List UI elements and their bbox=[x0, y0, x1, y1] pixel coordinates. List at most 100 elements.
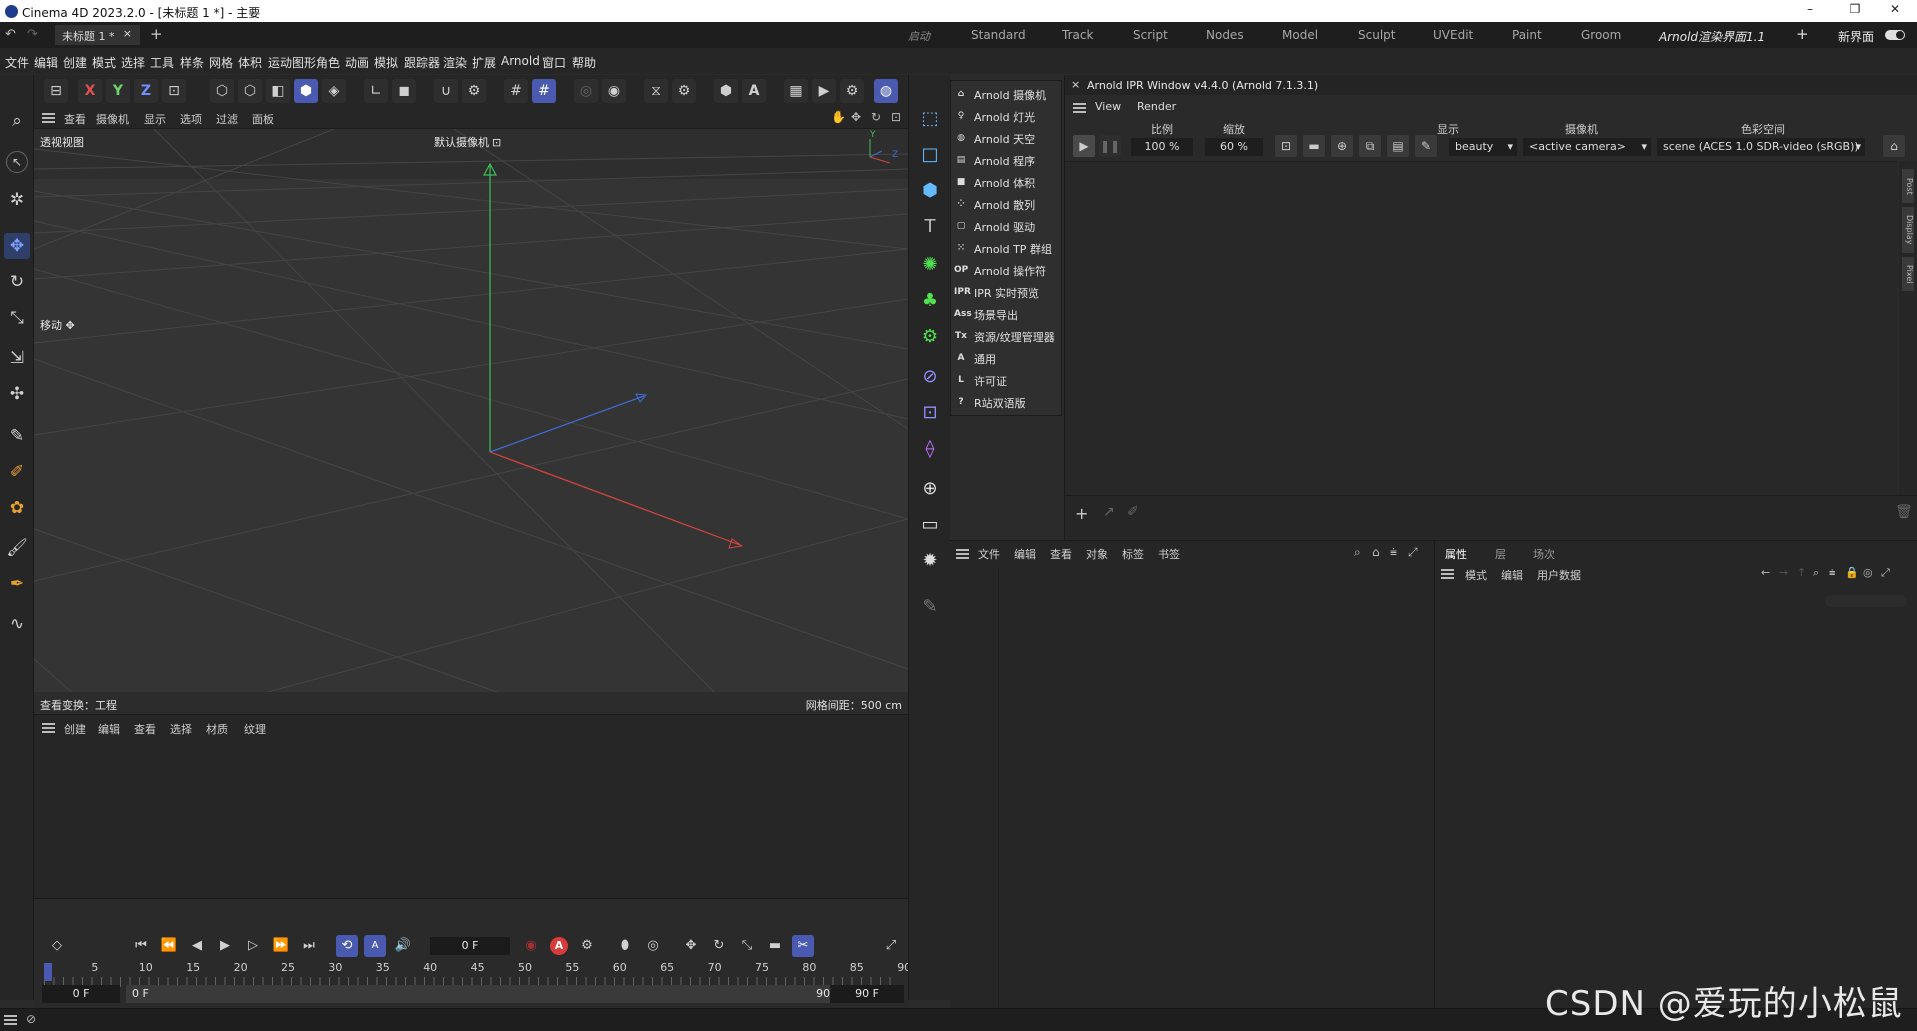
target-icon[interactable]: ◎ bbox=[1863, 566, 1873, 579]
new-window-icon[interactable]: ⤢ bbox=[1408, 545, 1418, 560]
playhead[interactable] bbox=[44, 963, 52, 981]
layout-tab-script[interactable]: Script bbox=[1133, 28, 1168, 42]
object-menu-hamburger-icon[interactable] bbox=[956, 549, 969, 559]
material-menu-item-4[interactable]: 材质 bbox=[206, 721, 228, 737]
material-menu-item-2[interactable]: 查看 bbox=[134, 721, 156, 737]
layout-tab-startup[interactable]: 启动 bbox=[908, 28, 930, 44]
ipr-overlay-icon[interactable]: ▤ bbox=[1387, 135, 1409, 157]
playback-rate-icon[interactable]: A bbox=[364, 935, 386, 957]
key-move-icon[interactable]: ✥ bbox=[680, 935, 702, 957]
knife-tool-icon[interactable]: ✒ bbox=[4, 571, 30, 597]
next-key-icon[interactable]: ⏩ bbox=[270, 935, 292, 957]
ipr-brush-icon[interactable]: ✎ bbox=[1415, 135, 1437, 157]
key-position-icon[interactable]: ⬮ bbox=[614, 935, 636, 957]
symmetry-icon[interactable]: ⧖ bbox=[644, 79, 668, 103]
ipr-scale-field[interactable]: 100 % bbox=[1131, 138, 1193, 156]
ipr-region-icon[interactable]: ▬ bbox=[1303, 135, 1325, 157]
undo-icon[interactable]: ↶ bbox=[5, 27, 16, 42]
volume-icon[interactable]: ⟠ bbox=[916, 435, 944, 463]
grid-snap-icon[interactable]: # bbox=[504, 79, 528, 103]
document-tab[interactable]: 未标题 1 * × bbox=[55, 25, 140, 45]
previous-frame-icon[interactable]: ◀ bbox=[186, 935, 208, 957]
ipr-play-icon[interactable]: ▶ bbox=[1073, 135, 1095, 157]
menu-item-15[interactable]: 扩展 bbox=[472, 54, 496, 71]
play-icon[interactable]: ▶ bbox=[214, 935, 236, 957]
deformer-icon[interactable]: ✺ bbox=[916, 251, 944, 279]
arnold-menu-item-8[interactable]: OP Arnold 操作符 bbox=[951, 259, 1061, 281]
quantize-icon[interactable]: # bbox=[532, 79, 556, 103]
arnold-menu-item-4[interactable]: ■ Arnold 体积 bbox=[951, 171, 1061, 193]
rotate-tool-icon[interactable]: ↻ bbox=[4, 269, 30, 295]
go-to-end-icon[interactable]: ⏭ bbox=[298, 935, 320, 957]
environment-icon[interactable]: ⊕ bbox=[916, 475, 944, 503]
next-frame-icon[interactable]: ▷ bbox=[242, 935, 264, 957]
menu-item-16[interactable]: Arnold bbox=[501, 54, 540, 68]
material-menu-item-0[interactable]: 创建 bbox=[64, 721, 86, 737]
ipr-camera-dropdown[interactable]: <active camera> ▾ bbox=[1523, 138, 1651, 156]
render-picture-icon[interactable]: ▶ bbox=[812, 79, 836, 103]
layout-tab-sculpt[interactable]: Sculpt bbox=[1358, 28, 1395, 42]
layout-tab-track[interactable]: Track bbox=[1062, 28, 1093, 42]
menu-item-12[interactable]: 模拟 bbox=[374, 54, 398, 71]
ipr-colorspace-dropdown[interactable]: scene (ACES 1.0 SDR-video (sRGB)) ▾ bbox=[1657, 138, 1865, 156]
menu-item-18[interactable]: 帮助 bbox=[572, 54, 596, 71]
layout-tab-groom[interactable]: Groom bbox=[1581, 28, 1621, 42]
menu-item-10[interactable]: 角色 bbox=[316, 54, 340, 71]
edit-icon[interactable]: ✐ bbox=[1127, 504, 1139, 520]
key-scale-icon[interactable]: ⤡ bbox=[736, 935, 758, 957]
ipr-crop-icon[interactable]: ⧉ bbox=[1359, 135, 1381, 157]
layout-tab-arnold[interactable]: Arnold渲染界面1.1 bbox=[1659, 28, 1766, 50]
ipr-render-area[interactable] bbox=[1065, 161, 1897, 495]
text-object-icon[interactable]: T bbox=[916, 213, 944, 241]
auto-key-button[interactable]: A bbox=[548, 935, 570, 957]
attr-search-field[interactable] bbox=[1825, 595, 1907, 607]
fcurve-icon[interactable]: ⤢ bbox=[880, 935, 902, 957]
arnold-menu-item-3[interactable]: ▤ Arnold 程序 bbox=[951, 149, 1061, 171]
layout-tab-model[interactable]: Model bbox=[1282, 28, 1318, 42]
search-icon[interactable]: ⌕ bbox=[1813, 566, 1819, 580]
plane-object-icon[interactable]: □ bbox=[916, 141, 944, 169]
arnold-icon[interactable]: A bbox=[742, 79, 766, 103]
export-icon[interactable]: ↗ bbox=[1103, 504, 1115, 520]
axis-y-button[interactable]: Y bbox=[106, 79, 130, 103]
close-button[interactable]: ✕ bbox=[1885, 2, 1905, 20]
up-icon[interactable]: ↑ bbox=[1797, 566, 1806, 579]
maximize-view-icon[interactable]: ⊡ bbox=[891, 110, 901, 124]
sound-icon[interactable]: 🔊 bbox=[392, 935, 414, 957]
select-tools-icon[interactable]: ✲ bbox=[4, 187, 30, 213]
ipr-side-tab-post[interactable]: Post bbox=[1902, 169, 1914, 203]
ipr-side-tab-display[interactable]: Display bbox=[1902, 207, 1914, 253]
key-pla-icon[interactable]: ✂ bbox=[792, 935, 814, 957]
key-param-icon[interactable]: ▬ bbox=[764, 935, 786, 957]
viewport-menu-hamburger-icon[interactable] bbox=[42, 113, 55, 123]
edges-mode-icon[interactable]: ⬡ bbox=[238, 79, 262, 103]
record-disabled-icon[interactable]: ◉ bbox=[520, 935, 542, 957]
mograph-icon[interactable]: ♣ bbox=[916, 287, 944, 315]
points-mode-icon[interactable]: ⬡ bbox=[210, 79, 234, 103]
perspective-viewport[interactable]: 透视视图 默认摄像机 ⊡ Y Z 移动 ✥ bbox=[34, 129, 908, 712]
brush-icon[interactable]: 🖌 bbox=[4, 535, 30, 561]
arnold-menu-item-6[interactable]: ▢ Arnold 驱动 bbox=[951, 215, 1061, 237]
menu-item-14[interactable]: 渲染 bbox=[443, 54, 467, 71]
menu-item-9[interactable]: 运动图形 bbox=[268, 54, 316, 71]
menu-item-17[interactable]: 窗口 bbox=[542, 54, 566, 71]
restore-button[interactable]: ❐ bbox=[1845, 2, 1865, 20]
minimize-button[interactable]: – bbox=[1800, 2, 1820, 20]
ipr-save-image-icon[interactable]: ⌂ bbox=[1883, 135, 1905, 157]
object-menu-item-5[interactable]: 书签 bbox=[1158, 546, 1180, 562]
object-menu-item-3[interactable]: 对象 bbox=[1086, 546, 1108, 562]
transform-tool-icon[interactable]: ⇲ bbox=[4, 345, 30, 371]
key-rotate-icon[interactable]: ↻ bbox=[708, 935, 730, 957]
viewport-menu-item-1[interactable]: 摄像机 bbox=[96, 111, 129, 127]
arnold-menu-item-5[interactable]: ⁘ Arnold 散列 bbox=[951, 193, 1061, 215]
loop-icon[interactable]: ⟲ bbox=[336, 935, 358, 957]
coordinate-system-icon[interactable]: ⊡ bbox=[162, 79, 186, 103]
cube-object-icon[interactable]: ⬢ bbox=[916, 177, 944, 205]
menu-item-4[interactable]: 选择 bbox=[121, 54, 145, 71]
add-layout-icon[interactable]: + bbox=[1796, 25, 1809, 43]
paint-disabled-icon[interactable]: ✎ bbox=[916, 593, 944, 621]
search-icon[interactable]: ⌕ bbox=[1354, 545, 1361, 560]
key-settings-icon[interactable]: ⚙ bbox=[576, 935, 598, 957]
sculpt-tool-icon[interactable]: ∿ bbox=[4, 611, 30, 637]
arnold-menu-item-9[interactable]: IPR IPR 实时预览 bbox=[951, 281, 1061, 303]
